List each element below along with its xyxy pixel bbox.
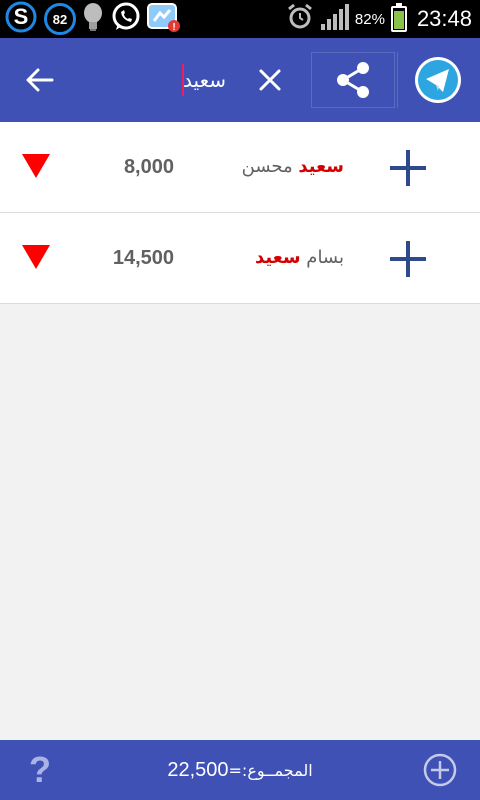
- list-item[interactable]: 14,500 بسام سعيد: [0, 213, 480, 304]
- alarm-icon: [287, 3, 313, 35]
- text-cursor: [182, 64, 184, 96]
- status-clock: 23:48: [416, 6, 472, 31]
- bulb-icon: [80, 1, 106, 37]
- clear-icon: [259, 69, 281, 91]
- whatsapp-icon: [110, 1, 142, 37]
- toolbar: [0, 38, 480, 122]
- item-name: سعيد محسن: [180, 122, 344, 212]
- add-item-icon[interactable]: [386, 237, 430, 281]
- battery-fill: [393, 10, 404, 29]
- status-bar: S 82 ! 82% 23:48: [0, 0, 480, 38]
- messenger-alert-icon: !: [146, 1, 182, 37]
- status-bar-left: S 82 !: [4, 1, 182, 37]
- total-label: المجمــوع:=: [228, 761, 313, 780]
- add-item-icon[interactable]: [386, 146, 430, 190]
- add-circle-icon: [423, 753, 457, 787]
- name-part: محسن: [241, 156, 293, 177]
- results-list: 8,000 سعيد محسن 14,500 بسام سعيد: [0, 122, 480, 304]
- list-item[interactable]: 8,000 سعيد محسن: [0, 122, 480, 213]
- expand-arrow-icon[interactable]: [20, 152, 52, 180]
- battery-percent: 82%: [354, 10, 385, 28]
- share-button[interactable]: [311, 52, 395, 108]
- status-bar-right: 82% 23:48: [287, 0, 472, 38]
- skype-icon: S: [4, 1, 40, 37]
- bottom-bar: ? المجمــوع:=22,500: [0, 740, 480, 800]
- telegram-button[interactable]: [397, 52, 477, 108]
- total-summary: المجمــوع:=22,500: [100, 740, 380, 800]
- item-amount: 8,000: [123, 156, 174, 178]
- add-button[interactable]: [422, 752, 458, 788]
- battery-icon: [390, 3, 407, 32]
- name-part: سعيد: [298, 156, 344, 177]
- search-box: [80, 58, 230, 102]
- signal-icon: [319, 4, 349, 34]
- item-name: بسام سعيد: [180, 213, 344, 303]
- search-input[interactable]: [80, 58, 230, 102]
- back-arrow-icon: [26, 68, 54, 92]
- help-button[interactable]: ?: [22, 748, 58, 792]
- clear-search-button[interactable]: [248, 58, 292, 102]
- notification-count-badge: 82: [44, 3, 76, 35]
- share-icon: [337, 62, 369, 98]
- svg-text:S: S: [14, 4, 29, 29]
- back-button[interactable]: [16, 58, 64, 102]
- name-part: سعيد: [254, 247, 301, 268]
- item-amount: 14,500: [112, 247, 174, 269]
- telegram-icon: [414, 57, 461, 103]
- name-part: بسام: [306, 247, 344, 268]
- svg-text:!: !: [172, 22, 175, 33]
- total-value: 22,500: [167, 759, 229, 781]
- expand-arrow-icon[interactable]: [20, 243, 52, 271]
